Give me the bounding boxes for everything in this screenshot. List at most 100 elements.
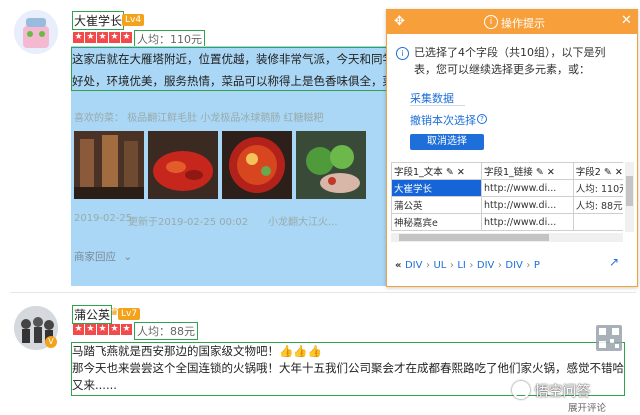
horizontal-scrollbar[interactable] xyxy=(391,233,623,242)
dishes-label: 喜欢的菜： xyxy=(74,113,124,124)
review-text-line: 马踏飞燕就是西安那边的国家级文物吧！👍👍👍 xyxy=(72,344,322,358)
hotpot-photo xyxy=(222,131,292,199)
verified-v-icon: V xyxy=(45,336,57,348)
table-row[interactable]: 神秘嘉宾e http://www.di... 开了 xyxy=(391,213,623,231)
review-photo[interactable] xyxy=(148,131,218,199)
delete-icon[interactable]: ✕ xyxy=(547,167,555,178)
reviewer-name[interactable]: 大崔学长 xyxy=(71,11,125,30)
close-icon[interactable]: ✕ xyxy=(621,13,632,28)
star-icon: ★ xyxy=(109,32,120,43)
qr-code-glyph xyxy=(599,328,619,348)
table-cell[interactable]: 人均: 110元 xyxy=(572,179,623,197)
watermark: 悟空问答 xyxy=(512,381,590,401)
table-cell[interactable]: http://www.di... xyxy=(481,213,574,231)
column-header[interactable]: 字段2 ✎ ✕ xyxy=(572,162,623,180)
divider xyxy=(10,292,636,293)
breadcrumb-item[interactable]: DIV xyxy=(505,260,523,271)
divider xyxy=(410,105,465,106)
review-photo[interactable] xyxy=(74,131,144,199)
chevron-right-icon: › xyxy=(526,260,531,271)
price-per-person[interactable]: 人均：88元 xyxy=(134,322,198,340)
scrollbar-thumb[interactable] xyxy=(626,176,633,206)
external-link-icon[interactable]: ↗ xyxy=(609,255,619,269)
breadcrumb-item[interactable]: P xyxy=(534,260,540,271)
chevron-right-icon: › xyxy=(469,260,474,271)
price-per-person[interactable]: 人均：110元 xyxy=(134,30,205,48)
review-text-line: 好处，环境优美，服务热情，菜品可以称得上是色香味俱全，菜品...... xyxy=(72,74,388,88)
panel-title: 操作提示 xyxy=(501,17,545,30)
breadcrumb-item[interactable]: DIV xyxy=(405,260,423,271)
move-handle-icon[interactable]: ✥ xyxy=(394,14,405,29)
edit-icon[interactable]: ✎ xyxy=(604,167,612,178)
edit-icon[interactable]: ✎ xyxy=(446,167,454,178)
avatar[interactable] xyxy=(14,10,58,54)
table-cell[interactable]: 神秘嘉宾e xyxy=(391,213,482,231)
merchant-reply-toggle[interactable]: 商家回应 ⌄ xyxy=(74,249,132,264)
scrollbar-thumb[interactable] xyxy=(399,234,549,241)
shop-name[interactable]: 小龙翻大江火... xyxy=(268,213,338,228)
star-icon: ★ xyxy=(97,32,108,43)
star-icon: ★ xyxy=(121,32,132,43)
info-circle-icon: i xyxy=(396,47,409,60)
wukong-logo-icon xyxy=(512,381,530,399)
table-row[interactable]: 大崔学长 http://www.di... 人均: 110元 这家 xyxy=(391,179,623,197)
star-icon: ★ xyxy=(85,324,96,335)
chevron-right-icon: › xyxy=(425,260,430,271)
star-icon: ★ xyxy=(121,324,132,335)
dishes-list[interactable]: 极品翻江鲜毛肚 小龙极品冰球鹅肠 红糖糍粑 xyxy=(127,113,323,124)
table-cell[interactable]: http://www.di... xyxy=(481,196,574,214)
operation-hint-panel[interactable]: ✥ i 操作提示 ✕ i 已选择了4个字段（共10组），以下是列表，您可以继续选… xyxy=(386,9,638,287)
review-photo[interactable] xyxy=(222,131,292,199)
delete-icon[interactable]: ✕ xyxy=(615,167,623,178)
star-rating: ★ ★ ★ ★ ★ xyxy=(73,324,132,335)
info-icon: i xyxy=(484,15,498,29)
qr-code-icon[interactable] xyxy=(596,325,622,351)
column-header[interactable]: 字段1_链接 ✎ ✕ xyxy=(481,162,574,180)
review-text[interactable]: 这家店就在大雁塔附近，位置优越，装修非常气派，今天和同学一起去 好处，环境优美，… xyxy=(71,47,389,91)
chevron-right-icon: › xyxy=(497,260,502,271)
merchant-reply-label: 商家回应 xyxy=(74,251,116,263)
table-cell[interactable]: 蒲公英 xyxy=(391,196,482,214)
chevron-right-icon: › xyxy=(449,260,454,271)
star-icon: ★ xyxy=(85,32,96,43)
edit-icon[interactable]: ✎ xyxy=(536,167,544,178)
breadcrumb: « DIV › UL › LI › DIV › DIV › P xyxy=(395,258,540,271)
chili-dish-photo xyxy=(148,131,218,199)
breadcrumb-item[interactable]: DIV xyxy=(477,260,495,271)
review-date: 2019-02-25 xyxy=(74,213,133,224)
panel-message: 已选择了4个字段（共10组），以下是列表，您可以继续选择更多元素，或： xyxy=(414,46,606,76)
table-cell[interactable]: http://www.di... xyxy=(481,179,574,197)
expand-comments-link[interactable]: 展开评论 xyxy=(568,400,606,414)
collect-data-link[interactable]: 采集数据 xyxy=(410,90,454,106)
review-photo[interactable] xyxy=(296,131,366,199)
table-cell[interactable] xyxy=(572,213,623,231)
table-cell[interactable]: 人均: 88元 xyxy=(572,196,623,214)
favorite-dishes: 喜欢的菜： 极品翻江鲜毛肚 小龙极品冰球鹅肠 红糖糍粑 xyxy=(74,109,324,124)
column-header[interactable]: 字段1_文本 ✎ ✕ xyxy=(391,162,482,180)
star-icon: ★ xyxy=(109,324,120,335)
data-preview-table[interactable]: 字段1_文本 ✎ ✕ 字段1_链接 ✎ ✕ 字段2 ✎ ✕ 字段 大崔学长 ht… xyxy=(391,162,623,232)
star-icon: ★ xyxy=(73,32,84,43)
restaurant-interior-photo xyxy=(74,131,144,199)
vegetable-platter-photo xyxy=(296,131,366,199)
star-icon: ★ xyxy=(73,324,84,335)
table-cell[interactable]: 大崔学长 xyxy=(391,179,482,197)
watermark-text: 悟空问答 xyxy=(534,384,591,400)
breadcrumb-item[interactable]: LI xyxy=(457,260,466,271)
undo-selection-link[interactable]: 撤销本次选择 xyxy=(410,112,476,128)
delete-icon[interactable]: ✕ xyxy=(457,167,465,178)
breadcrumb-item[interactable]: UL xyxy=(433,260,446,271)
cancel-selection-button[interactable]: 取消选择 xyxy=(410,134,484,150)
review-text-line: 这家店就在大雁塔附近，位置优越，装修非常气派，今天和同学一起去 xyxy=(72,52,388,66)
table-row[interactable]: 蒲公英 http://www.di... 人均: 88元 马踏 xyxy=(391,196,623,214)
reviewer-name[interactable]: 蒲公英 xyxy=(71,305,113,324)
double-chevron-left-icon[interactable]: « xyxy=(395,260,401,271)
help-icon[interactable]: ? xyxy=(477,114,487,124)
panel-header[interactable]: ✥ i 操作提示 ✕ xyxy=(387,10,637,34)
review-updated-time: 更新于2019-02-25 00:02 xyxy=(128,217,249,228)
star-icon: ★ xyxy=(97,324,108,335)
level-badge: Lv4 xyxy=(122,14,145,26)
chevron-down-icon: ⌄ xyxy=(123,251,133,263)
vertical-scrollbar[interactable] xyxy=(625,162,634,232)
avatar-cartoon-icon xyxy=(14,10,58,54)
